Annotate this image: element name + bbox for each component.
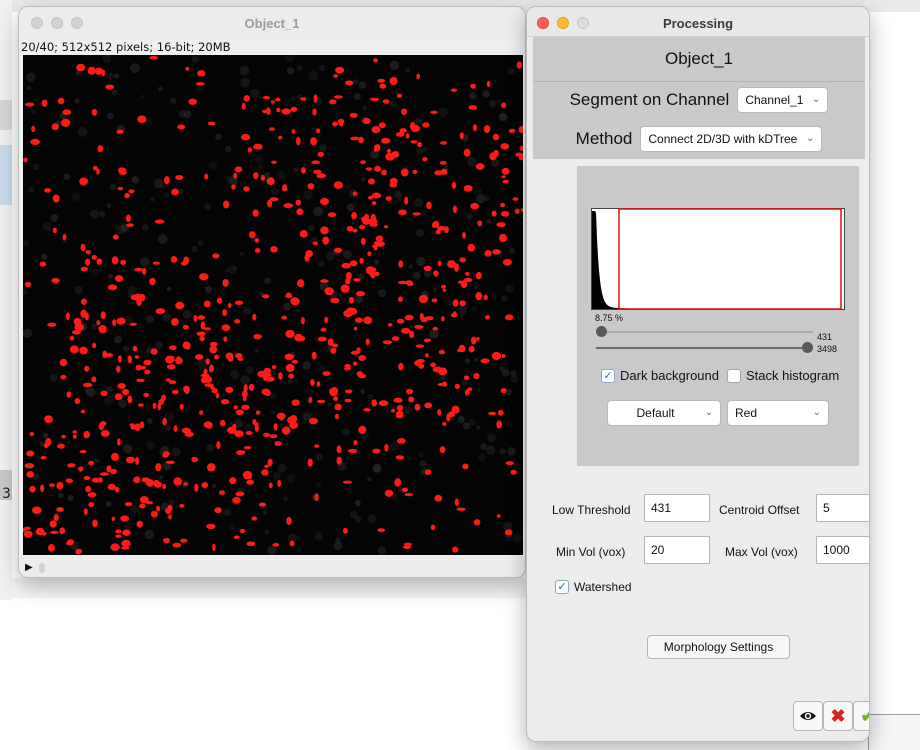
dark-background-checkbox[interactable]: ✓ (601, 368, 615, 383)
eye-icon (800, 712, 816, 720)
channel-select-value: Channel_1 (745, 93, 804, 107)
image-window-title: Object_1 (244, 16, 300, 31)
desktop-strip (12, 578, 526, 598)
slider-knob[interactable] (596, 326, 607, 337)
image-window-titlebar[interactable]: Object_1 (19, 7, 525, 39)
min-vol-label: Min Vol (vox) (556, 545, 626, 559)
desktop-edge-block (0, 100, 12, 130)
segment-channel-row: Segment on Channel Channel_1 ⌄ (533, 86, 865, 114)
processing-window-title: Processing (662, 16, 734, 31)
chevron-down-icon: ⌄ (704, 407, 713, 418)
play-icon[interactable]: ▶ (25, 562, 33, 573)
slice-scrollbar[interactable]: ▶ (19, 557, 525, 577)
slider-knob[interactable] (802, 342, 813, 353)
desktop-background-window (868, 714, 920, 750)
cell-texture (23, 55, 523, 555)
desktop-left-edge: 3 (0, 0, 12, 600)
stack-histogram-label: Stack histogram (746, 368, 840, 383)
max-vol-field[interactable]: 1000 (816, 536, 869, 564)
slider-track (596, 347, 813, 349)
segmented-image (23, 55, 523, 555)
dark-background-label: Dark background (620, 368, 719, 383)
histogram-background (591, 208, 845, 310)
chevron-down-icon: ⌄ (812, 94, 821, 105)
image-info-text: 20/40; 512x512 pixels; 16-bit; 20MB (21, 40, 231, 54)
chevron-down-icon: ⌄ (812, 407, 821, 418)
divider (533, 81, 865, 82)
threshold-percent-label: 8.75 % (595, 313, 624, 323)
image-window: Object_1 20/40; 512x512 pixels; 16-bit; … (18, 6, 526, 578)
slider-track (596, 331, 813, 333)
low-threshold-slider[interactable] (596, 326, 813, 338)
object-name-field[interactable]: Object_1 (533, 49, 865, 69)
chevron-down-icon: ⌄ (805, 133, 815, 144)
slice-scroll-knob[interactable] (39, 563, 45, 573)
processing-window-titlebar[interactable]: Processing (527, 7, 869, 37)
low-threshold-label: Low Threshold (552, 503, 631, 517)
desktop-edge-block (0, 145, 12, 205)
channel-select[interactable]: Channel_1 ⌄ (737, 87, 829, 113)
processing-window: Processing Object_1 Segment on Channel C… (526, 6, 870, 742)
histogram-plot[interactable] (591, 208, 845, 310)
morphology-settings-button[interactable]: Morphology Settings (647, 635, 790, 659)
max-vol-label: Max Vol (vox) (725, 545, 798, 559)
high-slider-value: 3498 (817, 344, 838, 354)
cross-icon: ✖ (830, 706, 846, 726)
watershed-checkbox[interactable]: ✓ (555, 580, 569, 594)
lut-color-select[interactable]: Red ⌄ (727, 400, 829, 426)
method-label: Method (575, 129, 633, 148)
centroid-offset-label: Centroid Offset (719, 503, 800, 517)
method-select[interactable]: Connect 2D/3D with kDTree ⌄ (640, 126, 823, 152)
min-vol-field[interactable]: 20 (644, 536, 710, 564)
low-slider-value: 431 (817, 332, 833, 342)
segment-channel-label: Segment on Channel (569, 90, 730, 109)
high-threshold-slider[interactable] (596, 342, 813, 354)
threshold-method-select[interactable]: Default ⌄ (607, 400, 721, 426)
preview-button[interactable] (793, 701, 823, 731)
watershed-option[interactable]: ✓ Watershed (555, 580, 632, 594)
image-canvas[interactable] (23, 55, 523, 555)
method-row: Method Connect 2D/3D with kDTree ⌄ (533, 125, 865, 153)
watershed-label: Watershed (574, 580, 632, 594)
stack-histogram-option[interactable]: Stack histogram (727, 368, 839, 383)
method-select-value: Connect 2D/3D with kDTree (648, 132, 798, 146)
cancel-button[interactable]: ✖ (823, 701, 853, 731)
checkmark-icon: ✔ (860, 706, 869, 726)
settings-header-panel: Object_1 Segment on Channel Channel_1 ⌄ … (533, 37, 865, 159)
desktop-edge-digit: 3 (2, 486, 11, 502)
stack-histogram-checkbox[interactable] (727, 368, 741, 383)
lut-color-value: Red (735, 406, 758, 420)
centroid-offset-field[interactable]: 5 (816, 494, 869, 522)
threshold-histogram-panel: 8.75 % 431 3498 ✓ Dark background Stack … (577, 166, 859, 466)
low-threshold-field[interactable]: 431 (644, 494, 710, 522)
ok-button[interactable]: ✔ (853, 701, 869, 731)
dark-background-option[interactable]: ✓ Dark background (601, 368, 719, 383)
threshold-method-value: Default (636, 406, 675, 420)
